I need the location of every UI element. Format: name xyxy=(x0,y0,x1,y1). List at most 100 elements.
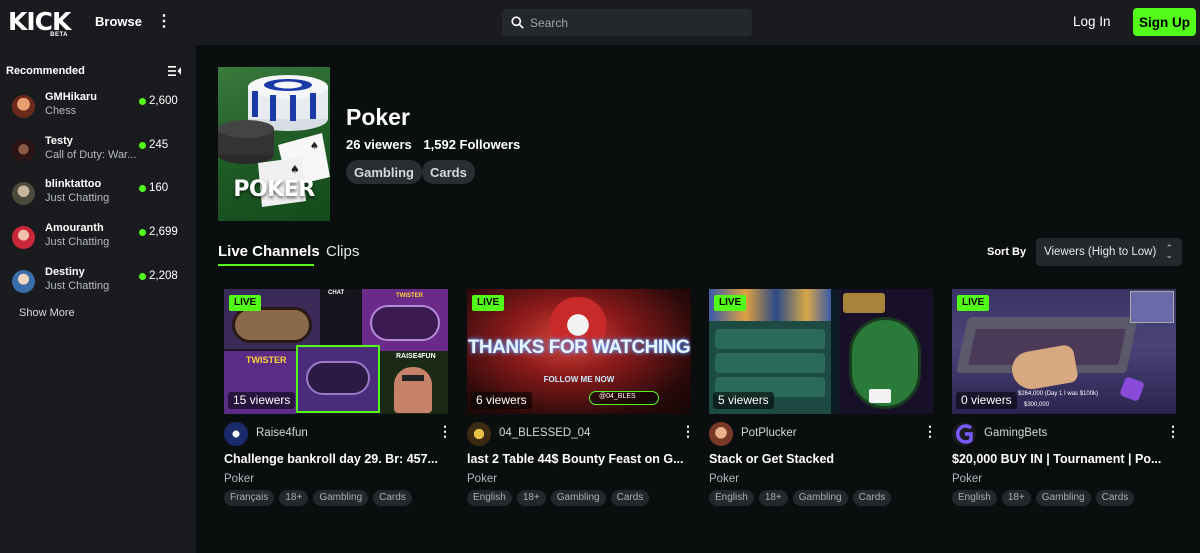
avatar xyxy=(12,139,35,162)
channel-name: GMHikaru xyxy=(45,91,97,103)
sidebar-channel-blinktattoo[interactable]: blinktattoo Just Chatting 160 xyxy=(0,178,196,218)
channel-viewers: 245 xyxy=(149,139,169,151)
category-viewers: 26 viewers xyxy=(346,137,412,152)
top-bar: KICK BETA Browse ⋮ Log In Sign Up xyxy=(0,0,1200,45)
category-image-text: POKER xyxy=(233,177,315,202)
more-options-icon[interactable]: ⋮ xyxy=(923,423,937,440)
live-dot-icon xyxy=(139,98,146,105)
show-more-button[interactable]: Show More xyxy=(19,307,75,319)
stream-username[interactable]: 04_BLESSED_04 xyxy=(499,427,590,439)
avatar[interactable] xyxy=(709,422,733,446)
thumbnail-follow-text: FOLLOW ME NOW xyxy=(543,375,615,384)
category-cover-image: ♠ ♠ POKER xyxy=(218,67,330,221)
channel-viewers: 2,208 xyxy=(149,270,178,282)
stream-tag[interactable]: English xyxy=(467,490,512,506)
sidebar: Recommended GMHikaru Chess 2,600 Testy C… xyxy=(0,45,196,553)
stream-tag[interactable]: 18+ xyxy=(516,490,546,506)
more-menu-icon[interactable]: ⋮ xyxy=(156,12,172,32)
channel-category: Chess xyxy=(45,105,77,117)
avatar[interactable] xyxy=(467,422,491,446)
stream-title[interactable]: Stack or Get Stacked xyxy=(709,452,933,466)
stream-tag[interactable]: 18+ xyxy=(758,490,788,506)
tab-clips[interactable]: Clips xyxy=(326,243,359,260)
live-dot-icon xyxy=(139,185,146,192)
active-tab-indicator xyxy=(218,264,314,266)
stream-tag[interactable]: English xyxy=(709,490,754,506)
channel-name: blinktattoo xyxy=(45,178,102,190)
avatar[interactable] xyxy=(224,422,248,446)
stream-tag[interactable]: Cards xyxy=(852,490,892,506)
stream-tag[interactable]: Gambling xyxy=(550,490,606,506)
stream-tag[interactable]: Gambling xyxy=(792,490,848,506)
thumbnail-chat-label: CHAT xyxy=(328,290,345,296)
more-options-icon[interactable]: ⋮ xyxy=(681,423,695,440)
stream-tag[interactable]: Cards xyxy=(373,490,412,506)
category-tag-cards[interactable]: Cards xyxy=(422,160,475,184)
search-icon xyxy=(511,16,524,29)
live-badge: LIVE xyxy=(229,295,262,311)
thumbnail-twister-label-2: TWISTER xyxy=(246,355,287,365)
stream-tag[interactable]: Cards xyxy=(610,490,650,506)
category-title: Poker xyxy=(346,104,410,130)
search-box[interactable] xyxy=(502,9,752,36)
more-options-icon[interactable]: ⋮ xyxy=(438,423,452,440)
channel-category: Just Chatting xyxy=(45,192,110,204)
stream-title[interactable]: last 2 Table 44$ Bounty Feast on G... xyxy=(467,452,691,466)
search-input[interactable] xyxy=(530,15,730,30)
sidebar-channel-amouranth[interactable]: Amouranth Just Chatting 2,699 xyxy=(0,222,196,262)
thumbnail-raise4fun-label: RAISE4FUN xyxy=(396,353,436,360)
stream-tag[interactable]: English xyxy=(952,490,997,506)
channel-category: Just Chatting xyxy=(45,280,110,292)
avatar xyxy=(12,95,35,118)
svg-text:♠: ♠ xyxy=(290,163,300,176)
kick-logo[interactable]: KICK BETA xyxy=(8,7,71,38)
sidebar-channel-testy[interactable]: Testy Call of Duty: War... 245 xyxy=(0,135,196,175)
channel-name: Amouranth xyxy=(45,222,104,234)
signup-button[interactable]: Sign Up xyxy=(1133,8,1196,36)
stream-tags: English 18+ Gambling Cards xyxy=(467,490,650,506)
stream-tag[interactable]: Gambling xyxy=(313,490,369,506)
avatar xyxy=(12,226,35,249)
stream-username[interactable]: Raise4fun xyxy=(256,427,308,439)
stream-tag[interactable]: Français xyxy=(224,490,275,506)
stream-category[interactable]: Poker xyxy=(709,473,739,485)
sidebar-channel-gmhikaru[interactable]: GMHikaru Chess 2,600 xyxy=(0,91,196,131)
live-badge: LIVE xyxy=(714,295,747,311)
stream-tag[interactable]: Gambling xyxy=(1035,490,1091,506)
thumbnail-twister-label: TWISTER xyxy=(396,293,423,299)
browse-link[interactable]: Browse xyxy=(95,14,142,29)
channel-category: Just Chatting xyxy=(45,236,110,248)
thumbnail-thanks-text: THANKS FOR WATCHING xyxy=(467,337,691,358)
stream-category[interactable]: Poker xyxy=(952,473,982,485)
stream-category[interactable]: Poker xyxy=(467,473,497,485)
sort-selected-value: Viewers (High to Low) xyxy=(1044,246,1157,258)
logo-text: KICK xyxy=(8,7,71,36)
stream-username[interactable]: GamingBets xyxy=(984,427,1047,439)
avatar xyxy=(12,270,35,293)
channel-viewers: 160 xyxy=(149,182,169,194)
channel-name: Destiny xyxy=(45,266,85,278)
beta-badge: BETA xyxy=(50,32,68,38)
stream-thumbnail[interactable]: CHAT TWISTER TWISTER RAISE4FUN LIVE 15 v… xyxy=(224,289,448,414)
stream-tag[interactable]: 18+ xyxy=(279,490,309,506)
stream-tag[interactable]: Cards xyxy=(1095,490,1135,506)
viewer-count-badge: 5 viewers xyxy=(713,392,774,409)
collapse-sidebar-icon[interactable] xyxy=(168,65,182,77)
stream-tag[interactable]: 18+ xyxy=(1001,490,1031,506)
sort-label: Sort By xyxy=(987,246,1027,258)
thumbnail-handle-text: @04_BLES xyxy=(599,393,636,400)
stream-title[interactable]: Challenge bankroll day 29. Br: 457... xyxy=(224,452,448,466)
sidebar-channel-destiny[interactable]: Destiny Just Chatting 2,208 xyxy=(0,266,196,306)
more-options-icon[interactable]: ⋮ xyxy=(1166,423,1180,440)
stream-thumbnail[interactable]: THANKS FOR WATCHING FOLLOW ME NOW @04_BL… xyxy=(467,289,691,414)
stream-thumbnail[interactable]: LIVE 5 viewers xyxy=(709,289,933,414)
stream-title[interactable]: $20,000 BUY IN | Tournament | Po... xyxy=(952,452,1176,466)
stream-thumbnail[interactable]: $264,000 (Day 1 I was $100k) $300,000 LI… xyxy=(952,289,1176,414)
stream-username[interactable]: PotPlucker xyxy=(741,427,797,439)
avatar[interactable] xyxy=(952,422,976,446)
category-tag-gambling[interactable]: Gambling xyxy=(346,160,422,184)
sort-select[interactable]: Viewers (High to Low) ⌃ ⌄ xyxy=(1036,238,1182,266)
login-button[interactable]: Log In xyxy=(1073,14,1111,29)
stream-category[interactable]: Poker xyxy=(224,473,254,485)
tab-live-channels[interactable]: Live Channels xyxy=(218,243,320,260)
